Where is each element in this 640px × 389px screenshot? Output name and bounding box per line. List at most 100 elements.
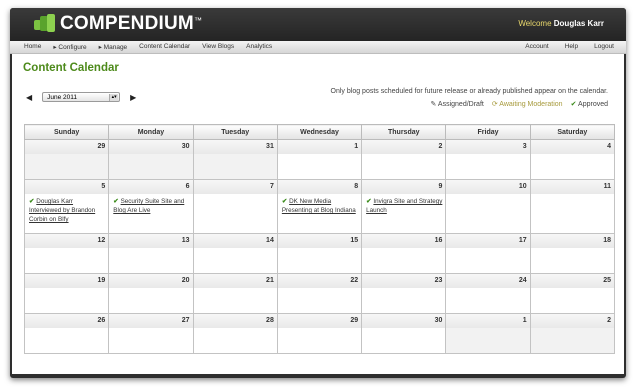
- calendar-week-row: 29 30 31 1 2 3 4: [23, 139, 616, 180]
- legend-approved: ✔ Approved: [570, 101, 608, 108]
- day-number: 4: [530, 140, 614, 154]
- calendar-day-cell[interactable]: 12: [23, 233, 110, 274]
- pencil-icon: ✎: [430, 101, 437, 108]
- day-header: Thursday: [361, 124, 447, 140]
- day-header: Sunday: [23, 124, 110, 140]
- calendar-day-cell[interactable]: 9 ✔ Invigra Site and Strategy Launch: [361, 179, 447, 234]
- brand-name: COMPENDIUM: [60, 13, 194, 34]
- calendar-post: ✔ Security Suite Site and Blog Are Live: [109, 194, 192, 215]
- calendar-day-cell[interactable]: 18: [529, 233, 616, 274]
- checkmark-icon: ✔: [366, 198, 372, 205]
- day-header: Wednesday: [276, 124, 363, 140]
- status-legend: ✎ Assigned/Draft ⟳ Awaiting Moderation ✔…: [422, 100, 608, 108]
- month-select-value: June 2011: [47, 94, 78, 101]
- checkmark-icon: ✔: [113, 198, 119, 205]
- nav-home[interactable]: Home: [24, 43, 41, 51]
- calendar-day-cell[interactable]: 22: [276, 273, 363, 314]
- nav-manage[interactable]: ▸ Manage: [99, 43, 128, 51]
- calendar-day-cell[interactable]: 6 ✔ Security Suite Site and Blog Are Live: [108, 179, 194, 234]
- calendar-day-cell[interactable]: 14: [192, 233, 278, 274]
- nav-help[interactable]: Help: [565, 43, 578, 50]
- nav-logout[interactable]: Logout: [594, 43, 614, 50]
- day-number: 27: [109, 314, 193, 328]
- month-select[interactable]: June 2011 ▴▾: [42, 92, 121, 102]
- nav-view-blogs[interactable]: View Blogs: [202, 43, 234, 51]
- refresh-icon: ⟳: [491, 101, 498, 108]
- day-number: 30: [109, 140, 193, 154]
- welcome-message: Welcome Douglas Karr: [518, 19, 604, 28]
- day-number: 30: [362, 314, 446, 328]
- calendar-day-cell[interactable]: 19: [23, 273, 110, 314]
- day-number: 28: [193, 314, 277, 328]
- day-number: 16: [362, 234, 446, 248]
- day-number: 18: [530, 234, 614, 248]
- day-number: 26: [25, 314, 109, 328]
- calendar-post: ✔ DK New Media Presenting at Blog Indiana: [278, 194, 361, 215]
- calendar-day-cell[interactable]: 3: [445, 139, 531, 180]
- calendar-day-cell[interactable]: 4: [529, 139, 616, 180]
- calendar-week-row: 19 20 21 22 23 24 25: [23, 273, 616, 314]
- calendar-day-cell[interactable]: 31: [192, 139, 278, 180]
- day-number: 9: [362, 180, 446, 194]
- welcome-user[interactable]: Douglas Karr: [554, 19, 604, 28]
- calendar-day-cell[interactable]: 5 ✔ Douglas Karr Interviewed by Brandon C…: [23, 179, 110, 234]
- day-number: 2: [362, 140, 446, 154]
- day-number: 5: [25, 180, 109, 194]
- calendar-day-cell[interactable]: 16: [361, 233, 447, 274]
- post-link[interactable]: Invigra Site and Strategy Launch: [366, 198, 442, 214]
- calendar-grid: Sunday Monday Tuesday Wednesday Thursday…: [23, 124, 616, 354]
- calendar-day-cell[interactable]: 26: [23, 313, 110, 354]
- checkmark-icon: ✔: [570, 101, 577, 108]
- calendar-day-cell[interactable]: 28: [192, 313, 278, 354]
- day-number: 15: [277, 234, 362, 248]
- calendar-day-cell[interactable]: 21: [192, 273, 278, 314]
- compendium-logo-icon: [34, 14, 56, 34]
- previous-month-arrow-icon[interactable]: ◀: [26, 93, 32, 102]
- calendar-day-cell[interactable]: 7: [192, 179, 278, 234]
- calendar-day-cell[interactable]: 1: [445, 313, 531, 354]
- day-header: Tuesday: [192, 124, 278, 140]
- calendar-day-cell[interactable]: 24: [445, 273, 531, 314]
- legend-moderation: ⟳ Awaiting Moderation: [491, 101, 563, 108]
- day-number: 19: [25, 274, 109, 288]
- day-number: 23: [362, 274, 446, 288]
- calendar-day-cell[interactable]: 10: [445, 179, 531, 234]
- calendar-day-cell[interactable]: 13: [108, 233, 194, 274]
- calendar-day-cell[interactable]: 2: [361, 139, 447, 180]
- calendar-day-cell[interactable]: 8 ✔ DK New Media Presenting at Blog India…: [276, 179, 363, 234]
- calendar-post: ✔ Invigra Site and Strategy Launch: [362, 194, 445, 215]
- post-link[interactable]: Douglas Karr Interviewed by Brandon Corb…: [29, 198, 95, 223]
- calendar-day-cell[interactable]: 11: [529, 179, 616, 234]
- day-number: 25: [530, 274, 614, 288]
- post-link[interactable]: DK New Media Presenting at Blog Indiana: [282, 198, 356, 214]
- month-navigation: ◀ June 2011 ▴▾ ▶: [26, 92, 136, 102]
- calendar-day-cell[interactable]: 27: [108, 313, 194, 354]
- legend-draft: ✎ Assigned/Draft: [430, 101, 484, 108]
- calendar-day-cell[interactable]: 30: [108, 139, 194, 180]
- nav-account[interactable]: Account: [525, 43, 549, 50]
- calendar-day-cell[interactable]: 17: [445, 233, 531, 274]
- main-content: Content Calendar ◀ June 2011 ▴▾ ▶ Only b…: [12, 54, 624, 374]
- day-number: 2: [530, 314, 614, 328]
- calendar-day-cell[interactable]: 15: [276, 233, 363, 274]
- calendar-day-cell[interactable]: 2: [529, 313, 616, 354]
- nav-configure[interactable]: ▸ Configure: [53, 43, 86, 51]
- page-title: Content Calendar: [23, 62, 119, 74]
- brand-logo[interactable]: COMPENDIUM ™: [34, 13, 202, 35]
- checkmark-icon: ✔: [281, 198, 288, 205]
- calendar-day-cell[interactable]: 25: [529, 273, 616, 314]
- calendar-day-cell[interactable]: 29: [23, 139, 110, 180]
- day-number: 10: [446, 180, 530, 194]
- calendar-day-cell[interactable]: 30: [361, 313, 447, 354]
- nav-analytics[interactable]: Analytics: [246, 43, 272, 51]
- calendar-day-cell[interactable]: 20: [108, 273, 194, 314]
- post-link[interactable]: Security Suite Site and Blog Are Live: [113, 198, 184, 214]
- next-month-arrow-icon[interactable]: ▶: [130, 93, 136, 102]
- calendar-week-row: 5 ✔ Douglas Karr Interviewed by Brandon C…: [23, 179, 616, 234]
- day-number: 1: [446, 314, 530, 328]
- day-number: 17: [446, 234, 530, 248]
- calendar-day-cell[interactable]: 1: [276, 139, 363, 180]
- calendar-day-cell[interactable]: 29: [276, 313, 363, 354]
- calendar-day-cell[interactable]: 23: [361, 273, 447, 314]
- nav-content-calendar[interactable]: Content Calendar: [139, 43, 190, 51]
